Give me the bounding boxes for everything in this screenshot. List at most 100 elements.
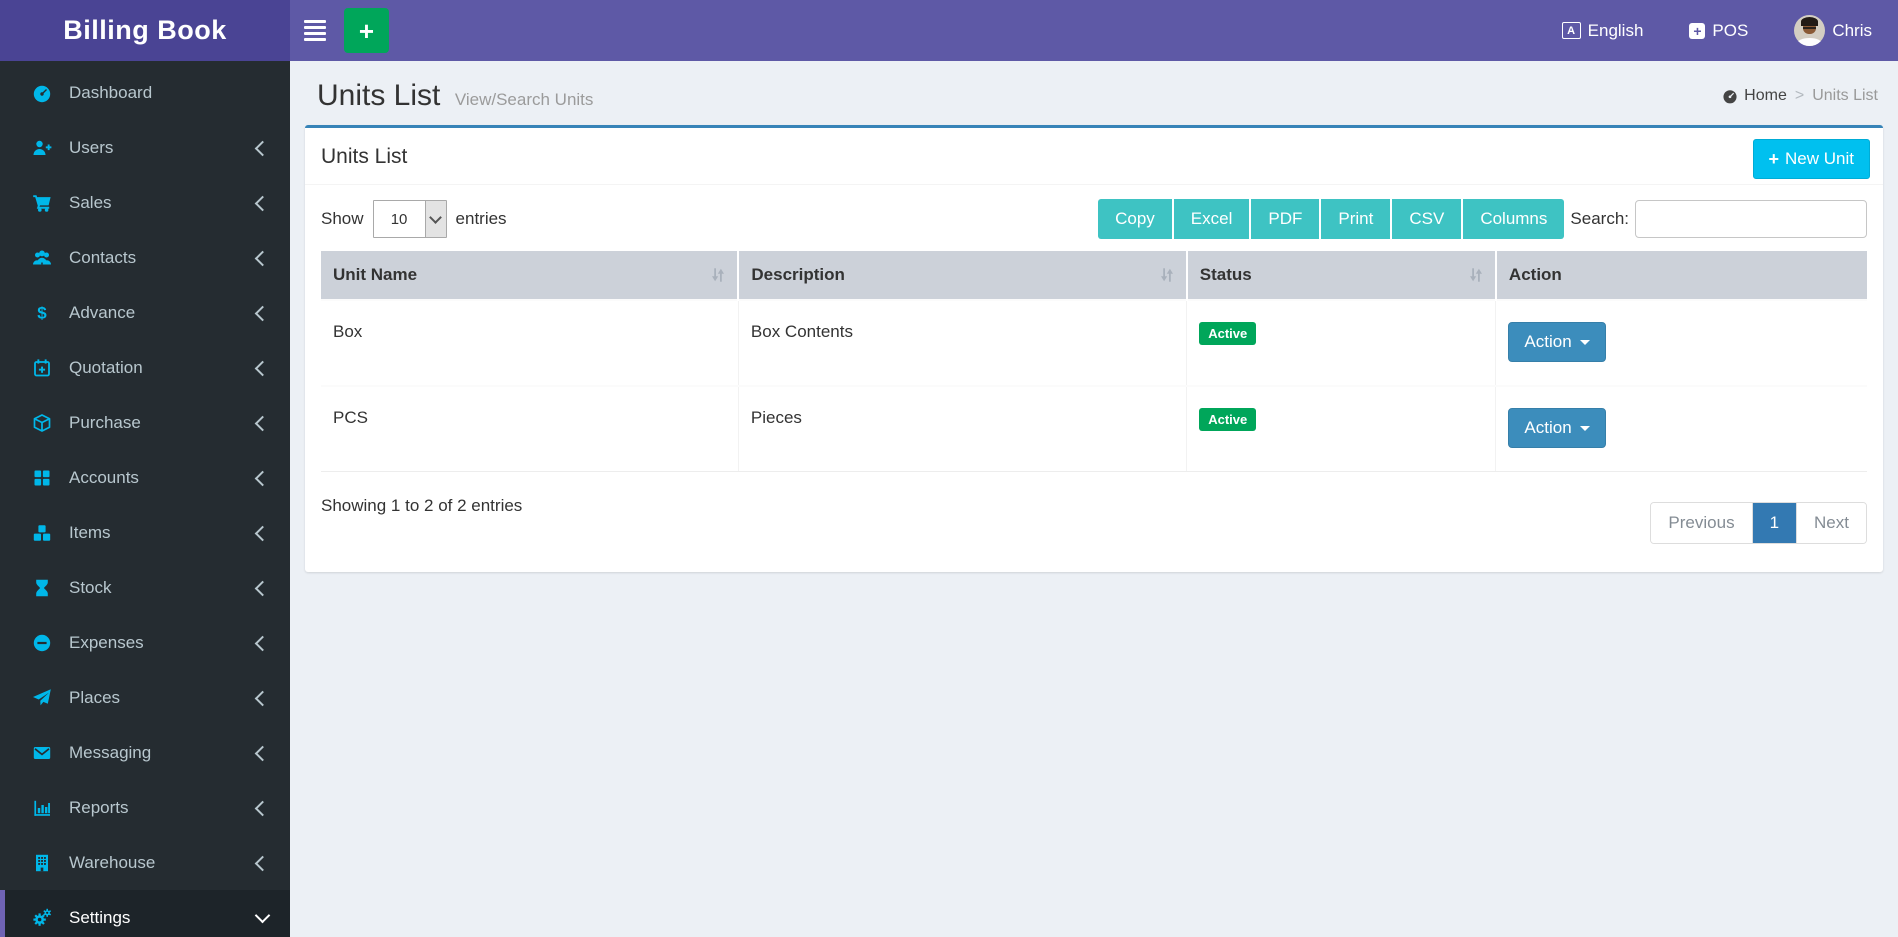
- pagination: Previous 1 Next: [1650, 502, 1867, 544]
- user-menu[interactable]: Chris: [1794, 15, 1872, 46]
- bar-chart-icon: [31, 798, 53, 818]
- chevron-down-icon: [254, 907, 271, 924]
- page-length-select[interactable]: 10: [372, 200, 447, 238]
- csv-button[interactable]: CSV: [1392, 199, 1462, 239]
- sidebar-item-users[interactable]: Users: [0, 120, 290, 175]
- pos-label: POS: [1712, 20, 1749, 40]
- sidebar-item-label: Accounts: [69, 467, 139, 487]
- description-cell: Pieces: [738, 385, 1188, 472]
- sidebar-item-label: Purchase: [69, 412, 141, 432]
- row-action-button[interactable]: Action: [1508, 408, 1606, 448]
- sidebar-item-label: Contacts: [69, 247, 137, 267]
- chevron-left-icon: [254, 195, 271, 211]
- table-row: Box Box Contents Active Action: [321, 299, 1867, 387]
- app-window: Billing Book Dashboard Users Sales Conta…: [0, 0, 1898, 937]
- cart-icon: [31, 193, 53, 213]
- sidebar-item-label: Quotation: [69, 357, 143, 377]
- sidebar-item-stock[interactable]: Stock: [0, 560, 290, 615]
- app-logo[interactable]: Billing Book: [0, 0, 290, 61]
- sidebar-item-label: Reports: [69, 797, 129, 817]
- search-label: Search:: [1570, 209, 1629, 228]
- chevron-left-icon: [254, 360, 271, 376]
- table-row: PCS Pieces Active Action: [321, 385, 1867, 472]
- sidebar-item-label: Items: [69, 522, 111, 542]
- sidebar-item-label: Expenses: [69, 632, 144, 652]
- column-header-unit-name[interactable]: Unit Name: [321, 251, 740, 300]
- pagination-previous-button[interactable]: Previous: [1651, 503, 1753, 543]
- print-button[interactable]: Print: [1321, 199, 1391, 239]
- show-label: Show: [321, 209, 364, 228]
- sidebar-item-reports[interactable]: Reports: [0, 780, 290, 835]
- sort-icon: [712, 268, 725, 282]
- sidebar-item-label: Stock: [69, 577, 112, 597]
- sidebar-item-dashboard[interactable]: Dashboard: [0, 65, 290, 120]
- description-cell: Box Contents: [738, 299, 1188, 387]
- sidebar-item-purchase[interactable]: Purchase: [0, 395, 290, 450]
- sidebar-item-label: Dashboard: [69, 82, 153, 102]
- app-title: Billing Book: [63, 15, 227, 45]
- sidebar-item-sales[interactable]: Sales: [0, 175, 290, 230]
- sidebar-item-messaging[interactable]: Messaging: [0, 725, 290, 780]
- columns-button[interactable]: Columns: [1463, 199, 1565, 239]
- language-label: English: [1587, 20, 1644, 40]
- sort-icon: [1469, 268, 1482, 282]
- chevron-left-icon: [254, 525, 271, 541]
- panel-title: Units List: [321, 145, 408, 168]
- chevron-left-icon: [254, 305, 271, 321]
- sidebar-item-accounts[interactable]: Accounts: [0, 450, 290, 505]
- sidebar-item-label: Advance: [69, 302, 136, 322]
- svg-text:$: $: [37, 303, 47, 322]
- sidebar-item-items[interactable]: Items: [0, 505, 290, 560]
- sidebar-item-places[interactable]: Places: [0, 670, 290, 725]
- sidebar-item-expenses[interactable]: Expenses: [0, 615, 290, 670]
- sidebar-item-label: Users: [69, 137, 114, 157]
- envelope-icon: [31, 743, 53, 763]
- chevron-down-icon: [424, 201, 446, 237]
- status-badge: Active: [1199, 408, 1257, 431]
- sidebar-item-settings[interactable]: Settings: [0, 890, 290, 937]
- excel-button[interactable]: Excel: [1173, 199, 1250, 239]
- page-title: Units List: [317, 79, 441, 112]
- sidebar-menu: Dashboard Users Sales Contacts $ Advance…: [0, 61, 290, 937]
- sidebar: Billing Book Dashboard Users Sales Conta…: [0, 0, 290, 937]
- pagination-page-1-button[interactable]: 1: [1752, 503, 1798, 543]
- quick-add-button[interactable]: +: [344, 8, 389, 53]
- plus-icon: +: [358, 15, 375, 46]
- search-input[interactable]: [1635, 200, 1867, 238]
- sidebar-toggle-button[interactable]: [290, 0, 340, 61]
- page-length-control: Show 10 entries: [321, 200, 507, 238]
- chevron-left-icon: [254, 470, 271, 486]
- home-dashboard-icon: [1723, 90, 1737, 104]
- language-menu[interactable]: English: [1561, 20, 1644, 41]
- sidebar-item-warehouse[interactable]: Warehouse: [0, 835, 290, 890]
- people-icon: [31, 248, 53, 268]
- chevron-left-icon: [254, 635, 271, 651]
- new-unit-button[interactable]: + New Unit: [1752, 139, 1870, 179]
- pdf-button[interactable]: PDF: [1251, 199, 1320, 239]
- sidebar-item-label: Sales: [69, 192, 112, 212]
- units-list-panel: Units List + New Unit Show 10 entries Co…: [305, 125, 1883, 572]
- calendar-plus-icon: [31, 358, 53, 378]
- sidebar-item-advance[interactable]: $ Advance: [0, 285, 290, 340]
- sidebar-item-quotation[interactable]: Quotation: [0, 340, 290, 395]
- column-header-status[interactable]: Status: [1186, 251, 1497, 300]
- pos-button[interactable]: POS: [1689, 21, 1748, 41]
- unit-name-cell: Box: [321, 299, 739, 387]
- breadcrumb-separator: >: [1794, 87, 1805, 104]
- chevron-left-icon: [254, 580, 271, 596]
- chevron-left-icon: [254, 140, 271, 156]
- row-action-button[interactable]: Action: [1508, 322, 1606, 362]
- unit-name-cell: PCS: [321, 385, 739, 472]
- status-badge: Active: [1199, 322, 1257, 345]
- column-header-description[interactable]: Description: [738, 251, 1188, 300]
- sidebar-item-contacts[interactable]: Contacts: [0, 230, 290, 285]
- breadcrumb-home-link[interactable]: Home: [1722, 87, 1787, 105]
- plus-icon: +: [1768, 149, 1780, 169]
- copy-button[interactable]: Copy: [1098, 199, 1172, 239]
- pagination-next-button[interactable]: Next: [1797, 503, 1866, 543]
- chevron-left-icon: [254, 415, 271, 431]
- minus-circle-icon: [31, 633, 53, 653]
- page-heading: Units List View/Search Units: [317, 79, 593, 113]
- table-info-text: Showing 1 to 2 of 2 entries: [321, 496, 523, 515]
- chevron-left-icon: [254, 250, 271, 266]
